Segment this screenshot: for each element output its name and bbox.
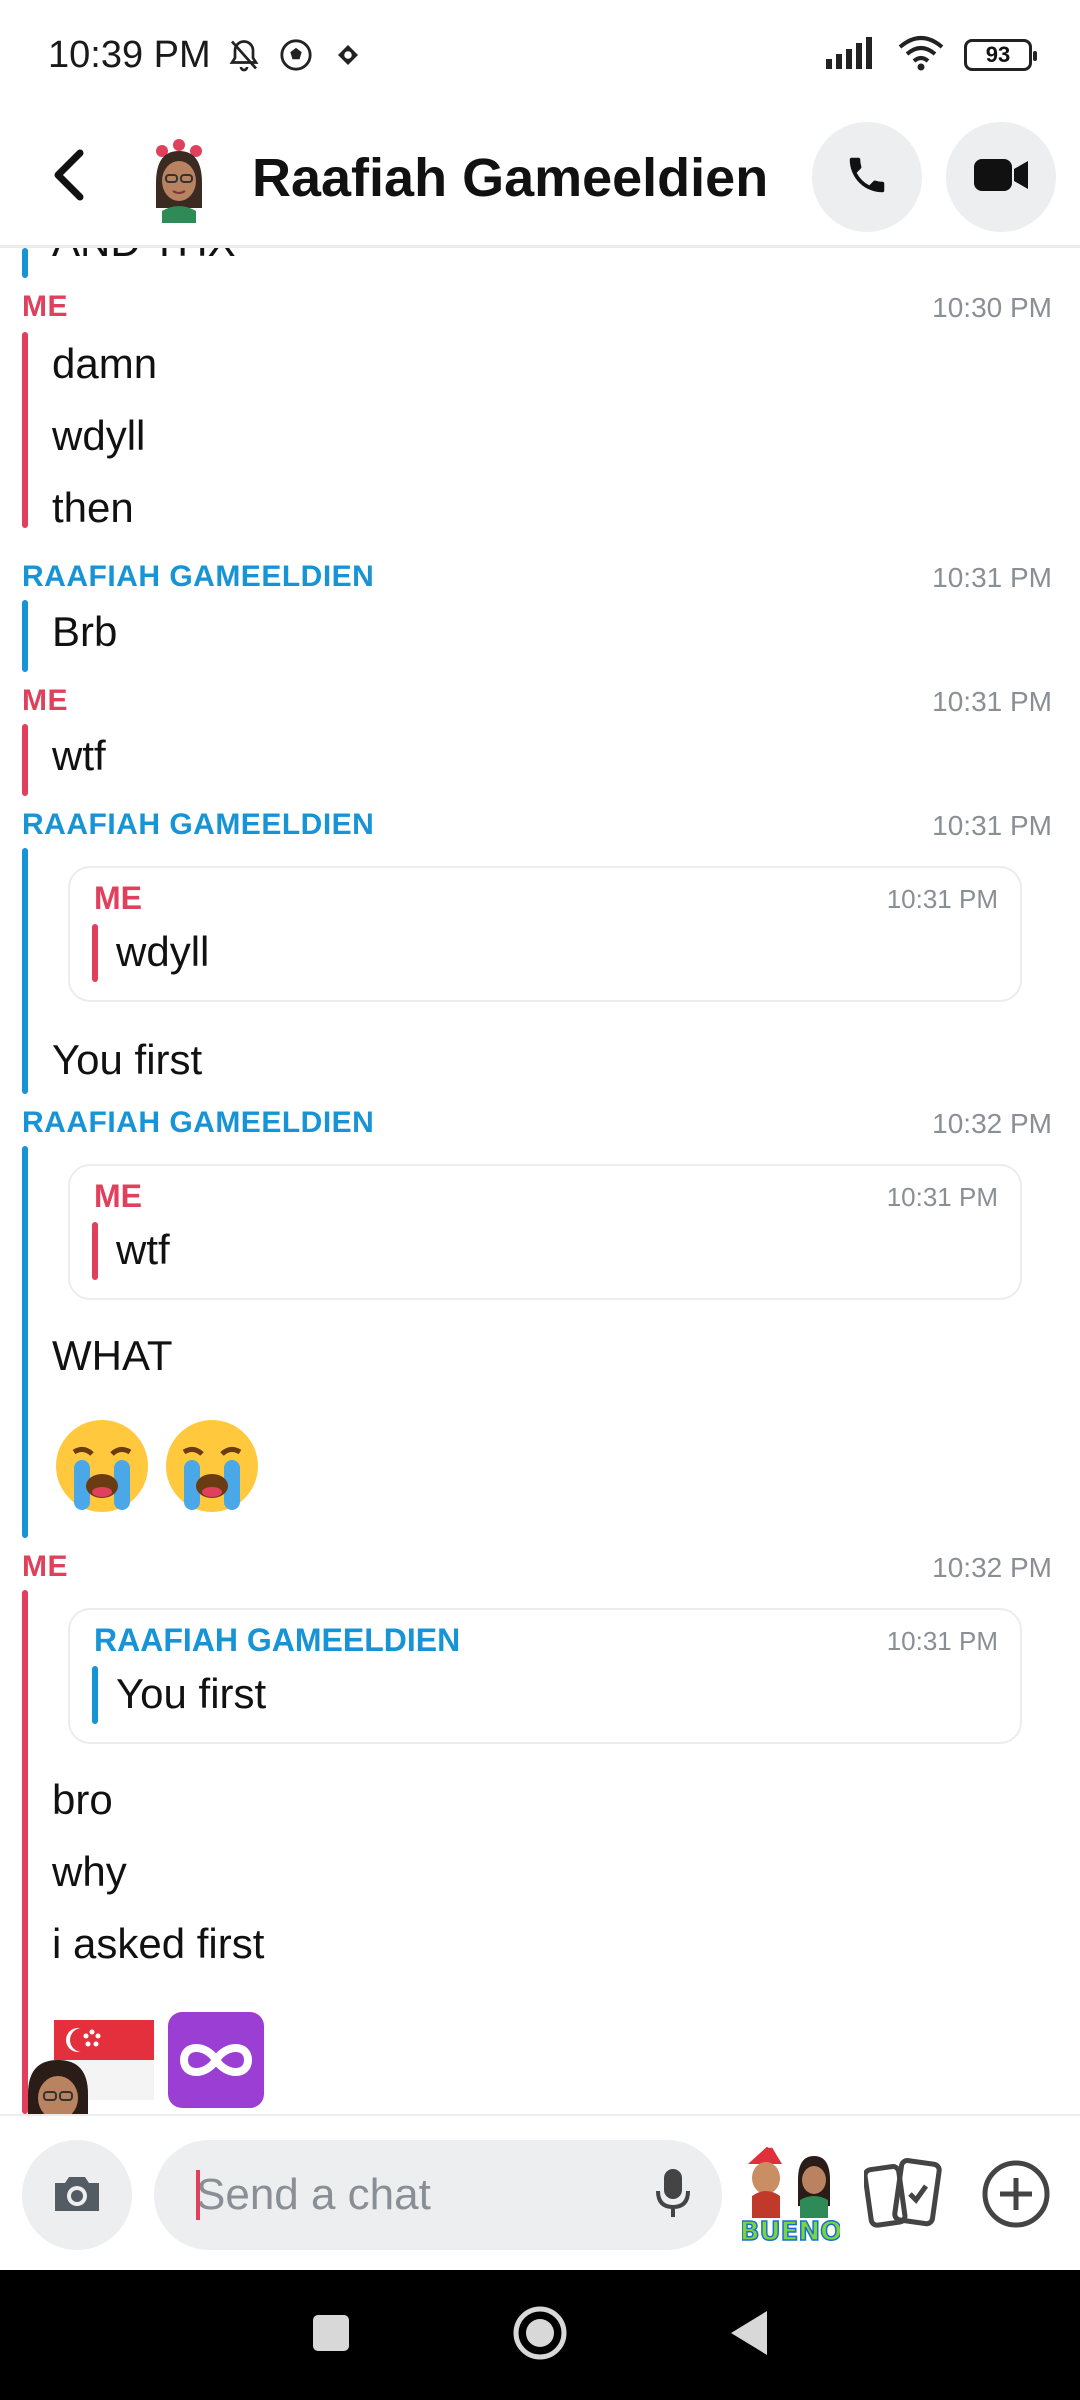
timestamp: 10:32 PM — [932, 1552, 1052, 1583]
message-text[interactable]: bro — [52, 1776, 113, 1824]
quoted-message[interactable]: ME 10:31 PM wdyll — [68, 866, 1022, 1002]
message-text: AND THX — [52, 248, 236, 266]
friend-bitmoji — [18, 2054, 98, 2114]
mute-icon — [225, 36, 263, 74]
bitmoji-button[interactable]: BUENO — [739, 2140, 843, 2248]
message-bar — [22, 724, 28, 796]
text-caret — [196, 2170, 200, 2220]
message-text[interactable]: Brb — [52, 608, 117, 656]
crying-face-emoji — [162, 1416, 262, 1521]
quoted-timestamp: 10:31 PM — [886, 1626, 998, 1656]
contact-name[interactable]: Raafiah Gameeldien — [252, 147, 768, 209]
quoted-bar — [92, 1222, 98, 1280]
quoted-sender: RAAFIAH GAMEELDIEN — [94, 1622, 461, 1658]
timestamp: 10:31 PM — [932, 562, 1052, 593]
message-text[interactable]: wdyll — [52, 412, 145, 460]
message-text[interactable]: damn — [52, 340, 157, 388]
quoted-text: wtf — [116, 1226, 170, 1273]
message-text[interactable]: wtf — [52, 732, 106, 780]
app-notification-icon — [329, 36, 367, 74]
quoted-bar — [92, 924, 98, 982]
sender-label: RAAFIAH GAMEELDIEN — [22, 1106, 375, 1139]
video-call-button[interactable] — [946, 122, 1056, 232]
message-text[interactable]: then — [52, 484, 134, 532]
timestamp: 10:31 PM — [932, 810, 1052, 841]
crying-face-emoji — [52, 1416, 152, 1521]
avatar[interactable] — [134, 133, 224, 223]
chat-input[interactable] — [196, 2170, 616, 2220]
sender-label: ME — [22, 1550, 68, 1583]
microphone-icon — [654, 2167, 692, 2224]
sender-label: RAAFIAH GAMEELDIEN — [22, 560, 375, 593]
camera-button[interactable] — [22, 2140, 132, 2250]
back-arrow-icon — [50, 149, 90, 206]
status-time: 10:39 PM — [48, 33, 211, 76]
call-button[interactable] — [812, 122, 922, 232]
bitmoji-icon: BUENO — [739, 2140, 843, 2250]
input-bar: BUENO — [0, 2114, 1080, 2270]
quoted-timestamp: 10:31 PM — [886, 1182, 998, 1212]
message-bar — [22, 248, 28, 278]
quoted-timestamp: 10:31 PM — [886, 884, 998, 914]
voice-note-button[interactable] — [646, 2168, 700, 2222]
message-bar — [22, 600, 28, 672]
timestamp: 10:30 PM — [932, 292, 1052, 323]
quoted-sender: ME — [94, 880, 142, 916]
message-text[interactable]: why — [52, 1848, 127, 1896]
quoted-bar — [92, 1666, 98, 1724]
sender-label: ME — [22, 684, 68, 717]
message-bar — [22, 332, 28, 528]
home-button[interactable] — [512, 2305, 568, 2366]
message-text[interactable]: You first — [52, 1036, 202, 1084]
cards-icon — [862, 2158, 942, 2238]
soccer-icon — [277, 36, 315, 74]
sender-label: ME — [22, 290, 68, 323]
quoted-sender: ME — [94, 1178, 142, 1214]
sender-label: RAAFIAH GAMEELDIEN — [22, 808, 375, 841]
message-text[interactable]: i asked first — [52, 1920, 264, 1968]
more-button[interactable] — [980, 2158, 1052, 2230]
cards-button[interactable] — [862, 2154, 942, 2234]
recents-button[interactable] — [311, 2313, 351, 2358]
message-bar — [22, 1146, 28, 1538]
quoted-text: wdyll — [116, 928, 210, 975]
message-bar — [22, 1590, 28, 2114]
status-right: 93 — [826, 35, 1037, 76]
video-camera-icon — [974, 155, 1028, 200]
wifi-icon — [898, 35, 944, 76]
status-bar: 10:39 PM 93 — [0, 0, 1080, 110]
emoji-message[interactable] — [52, 1416, 262, 1521]
timestamp: 10:32 PM — [932, 1108, 1052, 1139]
quoted-message[interactable]: ME 10:31 PM wtf — [68, 1164, 1022, 1300]
plus-icon — [980, 2160, 1052, 2234]
chat-header: Raafiah Gameeldien — [0, 110, 1080, 248]
camera-icon — [51, 2171, 103, 2220]
signal-icon — [826, 36, 878, 74]
battery-indicator: 93 — [964, 39, 1037, 71]
phone-icon — [844, 152, 890, 203]
timestamp: 10:31 PM — [932, 686, 1052, 717]
quoted-message[interactable]: RAAFIAH GAMEELDIEN 10:31 PM You first — [68, 1608, 1022, 1744]
quoted-text: You first — [116, 1670, 267, 1717]
svg-text:BUENO: BUENO — [742, 2217, 840, 2246]
infinity-emoji — [166, 2010, 266, 2114]
message-text[interactable]: WHAT — [52, 1332, 173, 1380]
back-nav-button[interactable] — [729, 2309, 769, 2362]
chat-input-container[interactable] — [154, 2140, 722, 2250]
system-nav-bar — [0, 2270, 1080, 2400]
status-left: 10:39 PM — [48, 34, 367, 77]
chat-area[interactable]: AND THX ME 10:30 PM damn wdyll then RAAF… — [0, 248, 1080, 2114]
message-bar — [22, 848, 28, 1094]
back-button[interactable] — [40, 148, 100, 208]
